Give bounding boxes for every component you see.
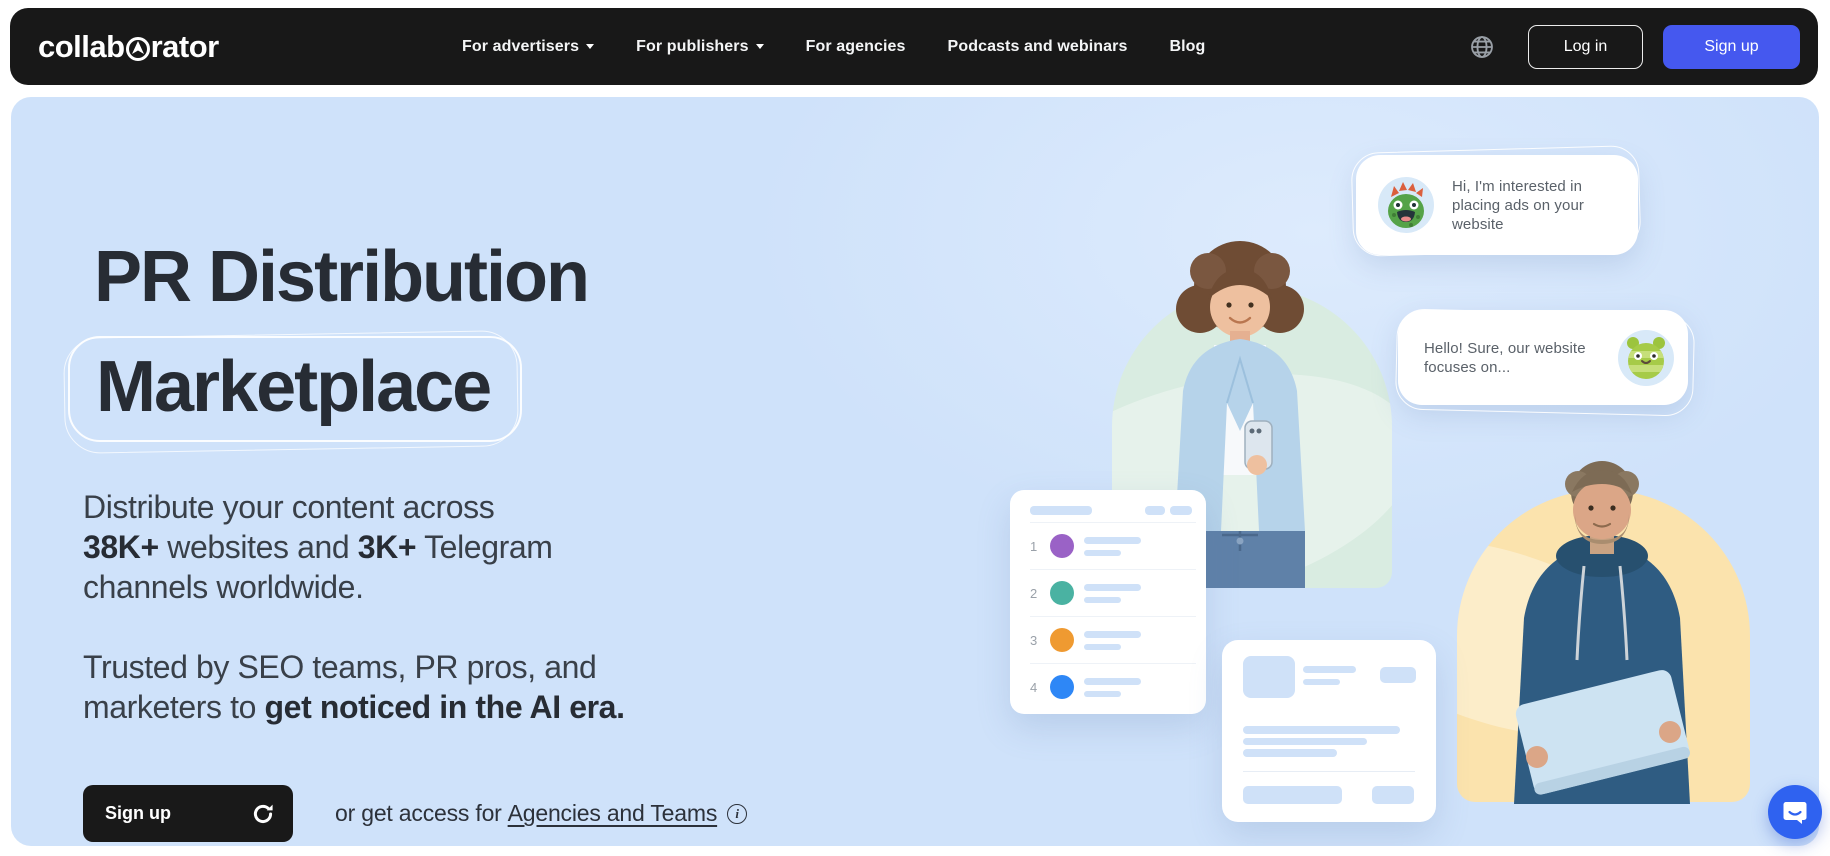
logo-arrow-o-icon [126, 37, 150, 61]
chat-bubble-advertiser: Hi, I'm interested in placing ads on you… [1356, 155, 1638, 255]
hero-trusted-line: Trusted by SEO teams, PR pros, and marke… [83, 647, 638, 727]
row-color-dot [1050, 675, 1074, 699]
placeholder-bar [1084, 584, 1141, 591]
placeholder-bar [1303, 666, 1356, 673]
log-in-button[interactable]: Log in [1528, 25, 1643, 69]
placeholder-bar [1303, 679, 1340, 685]
list-row-4: 4 [1030, 663, 1196, 710]
list-row-2: 2 [1030, 569, 1196, 616]
divider [1243, 771, 1415, 772]
nav-item-label: For agencies [806, 38, 906, 56]
cta-alt: or get access for Agencies and Teams i [335, 800, 747, 827]
cta-alt-prefix: or get access for [335, 800, 502, 827]
green-monster-avatar [1378, 177, 1434, 233]
row-number: 3 [1030, 633, 1046, 648]
subtitle-text: Distribute your content across [83, 489, 494, 525]
placeholder-bar [1084, 550, 1121, 556]
logo-text-left: collab [38, 29, 125, 65]
placeholder-bar [1084, 537, 1141, 544]
placeholder-bar [1084, 691, 1121, 697]
title-line-1: PR Distribution [83, 240, 588, 314]
placeholder-bar [1030, 506, 1092, 515]
chat-bubble-publisher: Hello! Sure, our website focuses on... [1398, 310, 1688, 405]
nav-right-cluster: Log in Sign up [1468, 8, 1800, 85]
placeholder-pill [1243, 786, 1342, 804]
logo-text-right: rator [151, 29, 219, 65]
agencies-and-teams-link[interactable]: Agencies and Teams [508, 800, 718, 827]
placeholder-pill [1145, 506, 1165, 515]
list-row-3: 3 [1030, 616, 1196, 663]
placeholder-line [1243, 738, 1367, 745]
placeholder-bar [1084, 631, 1141, 638]
chevron-down-icon [586, 44, 594, 49]
page: collab rator For advertisers For publish… [0, 0, 1830, 856]
placeholder-line [1243, 726, 1400, 734]
language-globe-icon[interactable] [1468, 33, 1496, 61]
placeholder-bar [1084, 678, 1141, 685]
nav-item-label: For publishers [636, 38, 749, 56]
nav-item-podcasts-webinars[interactable]: Podcasts and webinars [948, 38, 1128, 56]
circular-arrow-icon [251, 802, 275, 826]
row-number: 4 [1030, 680, 1046, 695]
nav-item-label: For advertisers [462, 38, 579, 56]
nav-item-label: Podcasts and webinars [948, 38, 1128, 56]
row-number: 1 [1030, 539, 1046, 554]
stat-websites: 38K+ [83, 529, 159, 565]
placeholder-line [1243, 749, 1337, 757]
man-with-laptop-photo [1442, 452, 1762, 804]
cta-row: Sign up or get access for Agencies and T… [83, 785, 747, 842]
hero-section: PR Distribution Marketplace Distribute y… [11, 97, 1819, 846]
row-color-dot [1050, 581, 1074, 605]
page-title: PR Distribution Marketplace [83, 240, 588, 442]
nav-item-for-agencies[interactable]: For agencies [806, 38, 906, 56]
nav-item-for-advertisers[interactable]: For advertisers [462, 38, 594, 56]
row-color-dot [1050, 628, 1074, 652]
trusted-bold-text: get noticed in the AI era. [265, 689, 625, 725]
lime-monster-avatar [1618, 330, 1674, 386]
list-row-1: 1 [1030, 522, 1196, 569]
nav-item-for-publishers[interactable]: For publishers [636, 38, 764, 56]
placeholder-pill [1380, 667, 1416, 683]
chat-bubble-icon [1781, 798, 1809, 826]
row-number: 2 [1030, 586, 1046, 601]
list-card-header [1030, 504, 1196, 516]
stat-telegram: 3K+ [358, 529, 416, 565]
subtitle-text: websites and [159, 529, 358, 565]
nav-sign-up-button[interactable]: Sign up [1663, 25, 1800, 69]
document-placeholder-card [1222, 640, 1436, 822]
top-navbar: collab rator For advertisers For publish… [10, 8, 1818, 85]
hero-sign-up-button[interactable]: Sign up [83, 785, 293, 842]
chevron-down-icon [756, 44, 764, 49]
nav-item-label: Blog [1169, 38, 1205, 56]
info-icon[interactable]: i [727, 804, 747, 824]
placeholder-thumbnail [1243, 656, 1295, 698]
websites-list-card: 1 2 3 4 [1010, 490, 1206, 714]
nav-links: For advertisers For publishers For agenc… [462, 8, 1205, 85]
logo[interactable]: collab rator [38, 8, 219, 85]
chat-widget-button[interactable] [1768, 785, 1822, 839]
nav-item-blog[interactable]: Blog [1169, 38, 1205, 56]
placeholder-bar [1084, 597, 1121, 603]
placeholder-pill [1170, 506, 1192, 515]
placeholder-pill [1372, 786, 1414, 804]
placeholder-bar [1084, 644, 1121, 650]
chat-bubble-text: Hi, I'm interested in placing ads on you… [1452, 177, 1622, 234]
hero-subtitle: Distribute your content across 38K+ webs… [83, 487, 573, 607]
hero-sign-up-label: Sign up [105, 803, 171, 824]
marketplace-highlight-box: Marketplace [68, 336, 522, 442]
doc-card-header [1243, 656, 1416, 698]
row-color-dot [1050, 534, 1074, 558]
chat-bubble-text: Hello! Sure, our website focuses on... [1424, 339, 1604, 377]
title-line-2: Marketplace [96, 347, 490, 427]
